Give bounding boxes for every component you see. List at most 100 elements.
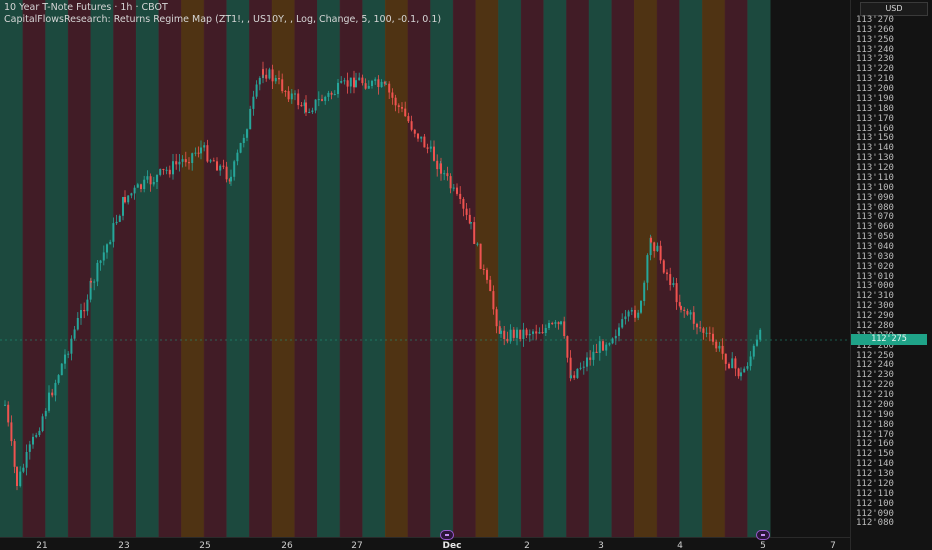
candle-body bbox=[426, 147, 429, 149]
candle-body bbox=[708, 332, 711, 334]
candle-body bbox=[718, 345, 721, 349]
candle-body bbox=[380, 81, 383, 88]
candle-body bbox=[25, 452, 28, 468]
candle-body bbox=[712, 333, 714, 342]
candle-body bbox=[459, 193, 462, 199]
candle-body bbox=[462, 199, 465, 209]
price-tick-label: 113'000 bbox=[856, 281, 894, 292]
candle-body bbox=[106, 244, 108, 253]
candle-body bbox=[83, 310, 86, 312]
regime-band bbox=[385, 0, 409, 537]
candle-body bbox=[136, 184, 139, 188]
candlestick-chart bbox=[0, 0, 850, 537]
price-tick-label: 112'280 bbox=[856, 320, 894, 331]
candle-body bbox=[255, 84, 258, 97]
candle-body bbox=[22, 467, 25, 472]
candle-body bbox=[643, 282, 646, 301]
candle-body bbox=[672, 283, 675, 285]
price-tick-label: 113'090 bbox=[856, 192, 894, 203]
candle-body bbox=[162, 169, 165, 170]
candle-body bbox=[156, 174, 158, 182]
time-tick-label: 7 bbox=[830, 541, 836, 550]
event-marker-icon[interactable] bbox=[756, 530, 770, 540]
candle-body bbox=[178, 161, 181, 165]
candle-body bbox=[73, 329, 76, 339]
price-tick-label: 112'120 bbox=[856, 478, 894, 489]
regime-band bbox=[158, 0, 182, 537]
candle-body bbox=[118, 215, 121, 222]
candle-body bbox=[560, 321, 562, 325]
price-tick-label: 113'080 bbox=[856, 202, 894, 213]
candle-body bbox=[70, 338, 73, 354]
candle-body bbox=[611, 338, 614, 344]
candle-body bbox=[242, 137, 245, 143]
candle-body bbox=[544, 328, 547, 333]
candle-body bbox=[38, 430, 41, 435]
candle-body bbox=[48, 392, 50, 411]
candle-body bbox=[181, 159, 184, 162]
price-tick-label: 112'180 bbox=[856, 419, 894, 430]
regime-band bbox=[294, 0, 318, 537]
candle-body bbox=[152, 182, 155, 185]
indicator-legend[interactable]: CapitalFlowsResearch: Returns Regime Map… bbox=[4, 14, 441, 25]
candle-body bbox=[76, 318, 79, 330]
candle-body bbox=[473, 222, 476, 244]
candle-body bbox=[41, 416, 44, 431]
candle-body bbox=[470, 222, 472, 224]
regime-band bbox=[543, 0, 567, 537]
price-tick-label: 113'150 bbox=[856, 133, 894, 144]
price-tick-label: 112'300 bbox=[856, 301, 894, 312]
candle-body bbox=[621, 319, 624, 328]
candle-body bbox=[646, 255, 649, 283]
candle-body bbox=[122, 197, 124, 216]
currency-label[interactable]: USD bbox=[860, 2, 928, 16]
candle-body bbox=[740, 372, 742, 377]
candle-body bbox=[246, 129, 248, 138]
candle-body bbox=[659, 245, 662, 261]
price-tick-label: 112'160 bbox=[856, 439, 894, 450]
time-tick-label: 21 bbox=[36, 541, 48, 550]
regime-band bbox=[67, 0, 91, 537]
price-tick-label: 112'110 bbox=[856, 488, 894, 499]
candle-body bbox=[449, 176, 452, 189]
candle-body bbox=[305, 102, 307, 113]
price-tick-label: 113'030 bbox=[856, 251, 894, 262]
candle-body bbox=[96, 262, 99, 282]
candle-body bbox=[225, 166, 228, 180]
candle-body bbox=[383, 81, 386, 84]
regime-band bbox=[498, 0, 522, 537]
candle-body bbox=[728, 363, 730, 369]
candle-body bbox=[500, 330, 502, 334]
regime-band bbox=[317, 0, 341, 537]
regime-band bbox=[747, 0, 771, 537]
candle-body bbox=[278, 78, 280, 80]
candle-body bbox=[576, 368, 579, 378]
candle-body bbox=[308, 112, 311, 113]
candle-body bbox=[265, 74, 268, 79]
event-marker-icon[interactable] bbox=[440, 530, 454, 540]
candle-body bbox=[476, 243, 479, 245]
candle-body bbox=[650, 237, 652, 243]
regime-band bbox=[45, 0, 69, 537]
candle-body bbox=[230, 176, 232, 182]
candle-body bbox=[749, 356, 752, 367]
time-tick-label: 27 bbox=[351, 541, 363, 550]
candle-body bbox=[324, 96, 327, 101]
price-tick-label: 112'310 bbox=[856, 291, 894, 302]
regime-band bbox=[135, 0, 159, 537]
price-tick-label: 112'140 bbox=[856, 459, 894, 470]
candle-body bbox=[407, 116, 410, 122]
candle-body bbox=[737, 368, 740, 377]
candle-body bbox=[287, 91, 290, 100]
candle-body bbox=[124, 197, 126, 203]
candle-body bbox=[330, 92, 333, 95]
price-tick-label: 112'250 bbox=[856, 350, 894, 361]
candle-body bbox=[361, 77, 364, 84]
candle-body bbox=[592, 351, 595, 360]
candle-body bbox=[548, 323, 550, 328]
time-tick-label: 26 bbox=[281, 541, 293, 550]
price-tick-label: 113'050 bbox=[856, 232, 894, 243]
candle-body bbox=[692, 312, 695, 324]
plot-area[interactable] bbox=[0, 0, 850, 537]
candle-body bbox=[627, 311, 630, 317]
